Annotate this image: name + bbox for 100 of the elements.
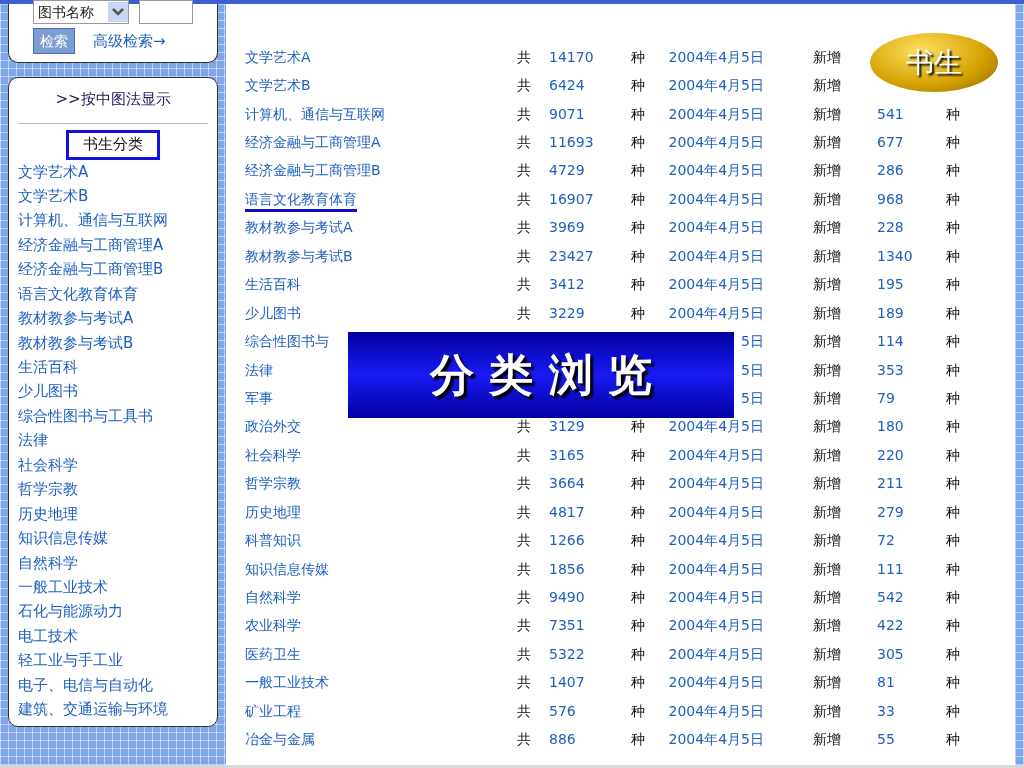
- scrollbar-track[interactable]: [1015, 4, 1024, 765]
- date-text: 2004年4月5日: [668, 189, 764, 209]
- category-link[interactable]: 综合性图书与: [245, 333, 329, 350]
- field-select[interactable]: 图书名称: [33, 0, 130, 24]
- total-label: 共: [517, 219, 531, 236]
- display-mode-link[interactable]: >>按中图法显示: [55, 88, 171, 111]
- unit-label: 种: [631, 617, 645, 634]
- total-count: 886: [549, 731, 576, 748]
- category-link[interactable]: 农业科学: [245, 617, 301, 634]
- unit-label: 种: [946, 645, 960, 662]
- category-link[interactable]: 社会科学: [18, 452, 208, 478]
- category-link[interactable]: 历史地理: [245, 503, 301, 520]
- category-link[interactable]: 电子、电信与自动化: [18, 672, 208, 698]
- category-link[interactable]: 语言文化教育体育: [18, 281, 208, 307]
- category-link[interactable]: 电工技术: [18, 623, 208, 649]
- total-label: 共: [517, 247, 531, 264]
- category-link[interactable]: 冶金与金属: [245, 731, 315, 748]
- category-link[interactable]: 建筑、交通运输与环境: [18, 697, 208, 722]
- category-link[interactable]: 历史地理: [18, 501, 208, 527]
- date-text: 2004年4月5日: [668, 701, 764, 721]
- category-link[interactable]: 文学艺术A: [18, 159, 208, 184]
- category-link[interactable]: 教材教参与考试B: [245, 247, 353, 264]
- category-link[interactable]: 文学艺术A: [245, 48, 311, 65]
- unit-label: 种: [631, 589, 645, 606]
- category-link[interactable]: 知识信息传媒: [18, 526, 208, 551]
- total-label: 共: [517, 674, 531, 691]
- unit-label: 种: [631, 48, 645, 65]
- total-label: 共: [517, 446, 531, 463]
- date-text: 2004年4月5日: [668, 588, 764, 608]
- new-count: 81: [877, 674, 895, 691]
- new-label: 新增: [813, 446, 841, 463]
- date-text: 2004年4月5日: [668, 502, 764, 522]
- advanced-search-link[interactable]: 高级检索→: [93, 29, 166, 53]
- date-text: 2004年4月5日: [668, 445, 764, 465]
- unit-label: 种: [946, 503, 960, 520]
- category-link[interactable]: 综合性图书与工具书: [18, 403, 208, 429]
- new-label: 新增: [813, 503, 841, 520]
- category-link[interactable]: 法律: [18, 428, 208, 453]
- unit-label: 种: [631, 702, 645, 719]
- category-link[interactable]: 少儿图书: [245, 304, 301, 321]
- category-link[interactable]: 计算机、通信与互联网: [18, 208, 208, 233]
- unit-label: 种: [946, 304, 960, 321]
- category-link[interactable]: 经济金融与工商管理A: [18, 232, 208, 258]
- category-link[interactable]: 政治外交: [245, 418, 301, 435]
- new-label: 新增: [813, 361, 841, 378]
- category-link[interactable]: 文学艺术B: [245, 77, 311, 94]
- category-link[interactable]: 教材教参与考试B: [18, 330, 208, 355]
- category-link[interactable]: 军事: [245, 389, 273, 406]
- category-link[interactable]: 法律: [245, 361, 273, 378]
- total-count: 9490: [549, 589, 585, 606]
- category-link[interactable]: 一般工业技术: [245, 674, 329, 691]
- category-link[interactable]: 语言文化教育体育: [245, 190, 357, 212]
- new-label: 新增: [813, 162, 841, 179]
- category-link[interactable]: 石化与能源动力: [18, 599, 208, 624]
- category-link[interactable]: 生活百科: [18, 355, 208, 380]
- date-text: 5日: [741, 332, 764, 352]
- category-link[interactable]: 一般工业技术: [18, 574, 208, 600]
- category-link[interactable]: 少儿图书: [18, 379, 208, 404]
- new-label: 新增: [813, 333, 841, 350]
- category-link[interactable]: 自然科学: [18, 550, 208, 575]
- total-label: 共: [517, 702, 531, 719]
- new-count: 422: [877, 617, 904, 634]
- unit-label: 种: [631, 247, 645, 264]
- new-count: 542: [877, 589, 904, 606]
- total-count: 7351: [549, 617, 585, 634]
- category-link[interactable]: 矿业工程: [245, 702, 301, 719]
- new-count: 111: [877, 560, 904, 577]
- category-link[interactable]: 社会科学: [245, 446, 301, 463]
- dropdown-icon: [108, 2, 129, 22]
- category-link[interactable]: 哲学宗教: [18, 477, 208, 502]
- category-link[interactable]: 文学艺术B: [18, 183, 208, 209]
- category-link[interactable]: 轻工业与手工业: [18, 648, 208, 673]
- new-label: 新增: [813, 589, 841, 606]
- category-link[interactable]: 自然科学: [245, 589, 301, 606]
- category-link[interactable]: 生活百科: [245, 276, 301, 293]
- total-count: 3165: [549, 446, 585, 463]
- new-label: 新增: [813, 645, 841, 662]
- category-link[interactable]: 教材教参与考试A: [245, 219, 353, 236]
- category-link[interactable]: 经济金融与工商管理B: [245, 162, 381, 179]
- new-label: 新增: [813, 48, 841, 65]
- total-count: 3412: [549, 276, 585, 293]
- category-link[interactable]: 知识信息传媒: [245, 560, 329, 577]
- category-link[interactable]: 医药卫生: [245, 645, 301, 662]
- total-label: 共: [517, 475, 531, 492]
- category-link[interactable]: 教材教参与考试A: [18, 306, 208, 331]
- total-label: 共: [517, 134, 531, 151]
- new-count: 55: [877, 731, 895, 748]
- category-link[interactable]: 计算机、通信与互联网: [245, 105, 385, 122]
- total-label: 共: [517, 731, 531, 748]
- category-link[interactable]: 哲学宗教: [245, 475, 301, 492]
- new-count: 541: [877, 105, 904, 122]
- category-link[interactable]: 经济金融与工商管理B: [18, 257, 208, 282]
- total-count: 3129: [549, 418, 585, 435]
- total-label: 共: [517, 560, 531, 577]
- search-field[interactable]: [139, 0, 193, 24]
- category-link[interactable]: 经济金融与工商管理A: [245, 134, 381, 151]
- category-link[interactable]: 科普知识: [245, 532, 301, 549]
- date-text: 2004年4月5日: [668, 76, 764, 96]
- new-count: 305: [877, 645, 904, 662]
- total-count: 14170: [549, 48, 594, 65]
